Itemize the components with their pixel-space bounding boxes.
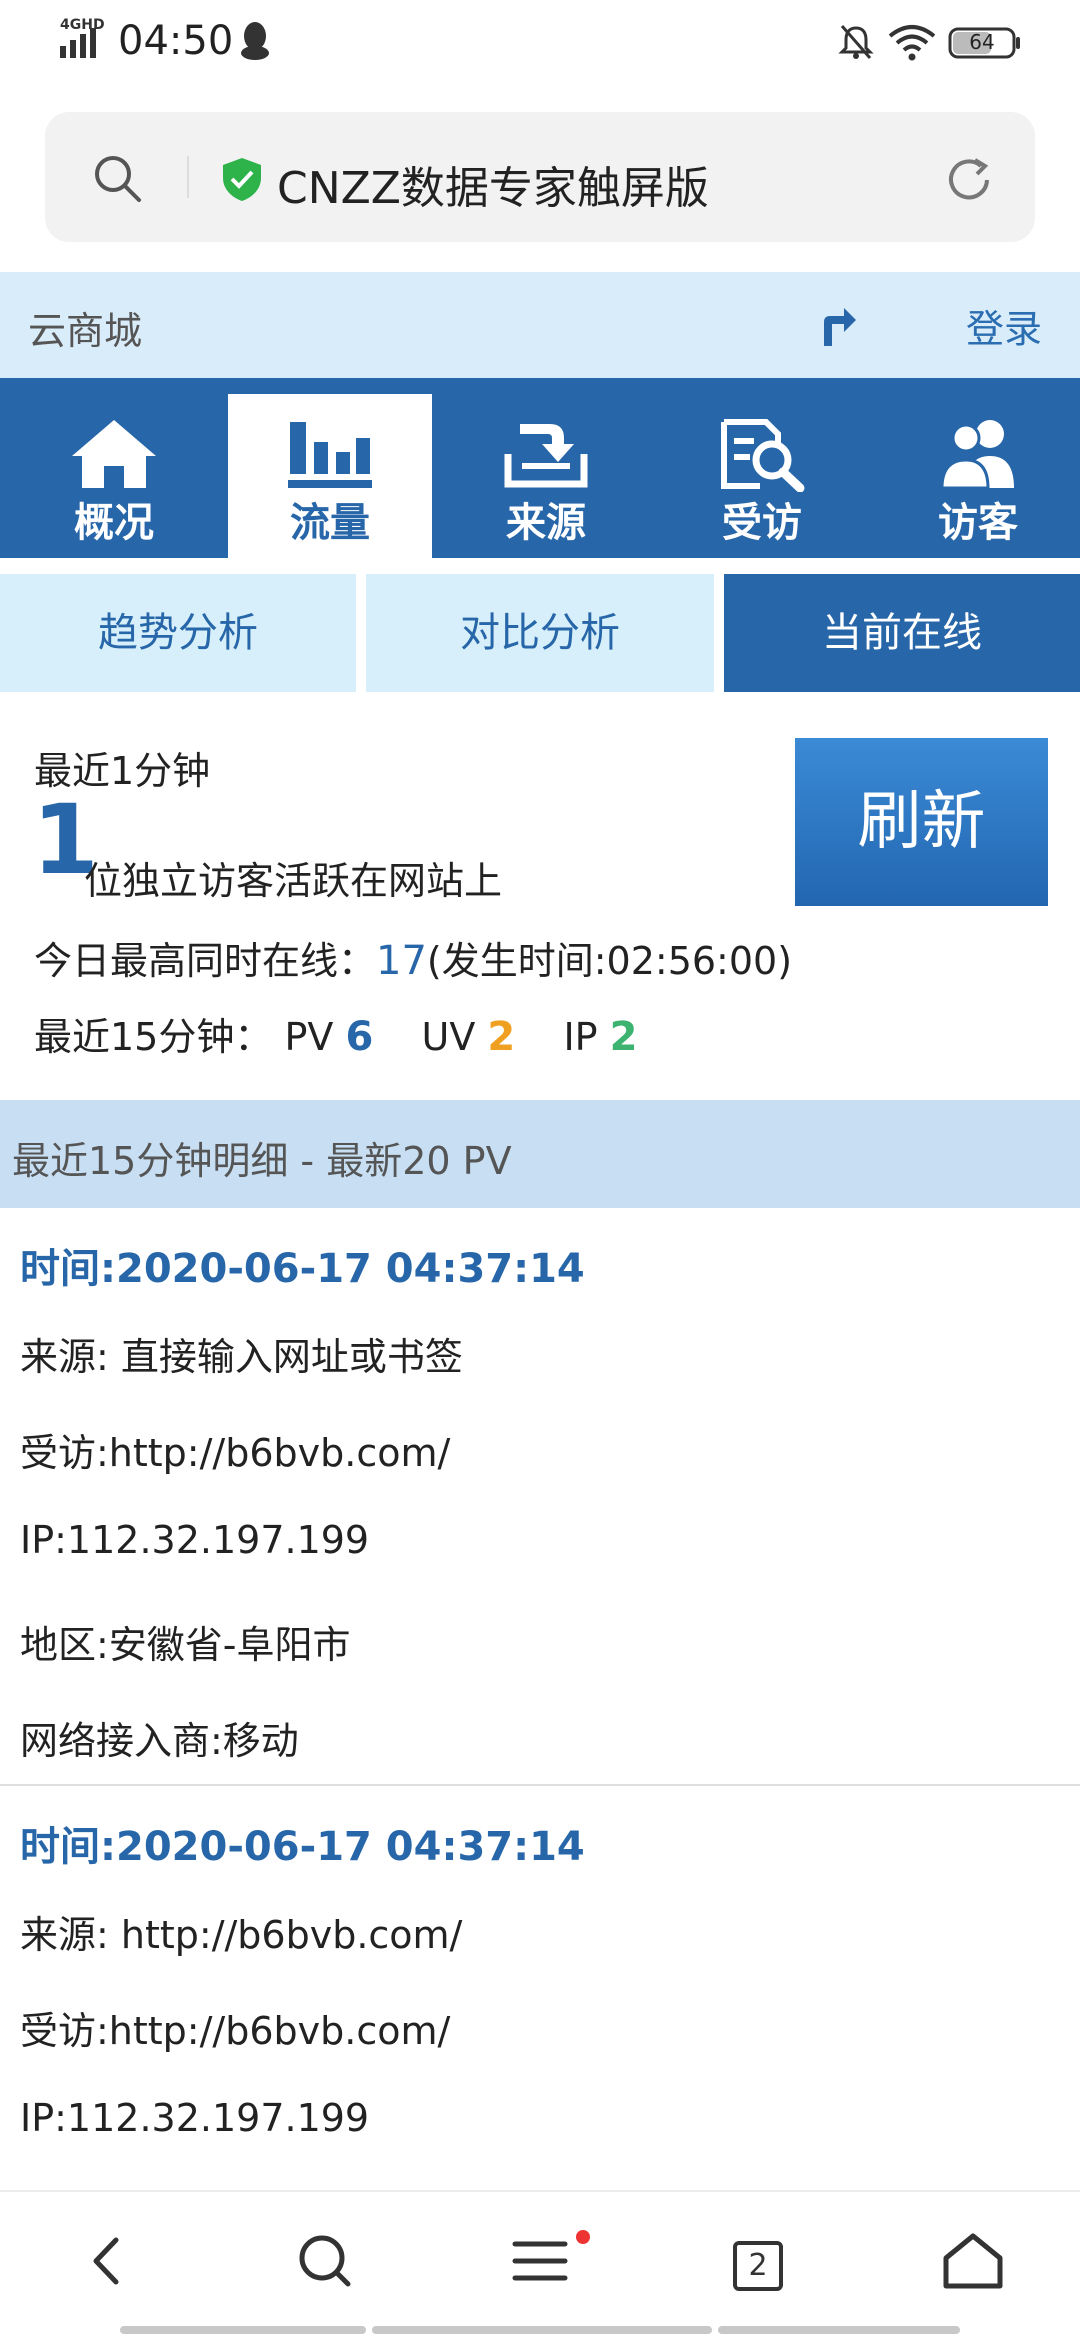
nav-label: 访客 (938, 500, 1018, 546)
search-icon[interactable] (290, 2226, 360, 2296)
gesture-bar (120, 2326, 366, 2334)
ip-label: IP (563, 1015, 598, 1059)
nav-visited[interactable]: 受访 (660, 394, 864, 558)
nav-label: 概况 (74, 500, 154, 546)
nav-overview[interactable]: 概况 (12, 394, 216, 558)
bar-chart-icon (288, 422, 372, 488)
online-summary: 最近1分钟 1 位独立访客活跃在网站上 刷新 今日最高同时在线：17(发生时间:… (0, 692, 1080, 1100)
uv-label: UV (421, 1015, 476, 1059)
record-time: 时间:2020-06-17 04:37:14 (20, 1246, 585, 1292)
wifi-icon (888, 25, 936, 61)
record-source: 来源: http://b6bvb.com/ (20, 1913, 463, 1957)
clock: 04:50 (118, 18, 234, 64)
login-link[interactable]: 登录 (966, 298, 1042, 353)
nav-label: 受访 (722, 500, 802, 546)
nav-traffic[interactable]: 流量 (228, 394, 432, 558)
nav-visitors[interactable]: 访客 (876, 394, 1080, 558)
visit-record[interactable]: 时间:2020-06-17 04:37:14 来源: http://b6bvb.… (0, 1786, 1080, 2186)
peak-time: (发生时间:02:56:00) (426, 939, 793, 983)
site-name: 云商城 (28, 309, 143, 353)
visit-record[interactable]: 时间:2020-06-17 04:37:14 来源: 直接输入网址或书签 受访:… (0, 1208, 1080, 1786)
search-icon[interactable] (91, 152, 143, 204)
menu-icon[interactable] (505, 2226, 575, 2296)
pv-value: 6 (345, 1014, 374, 1060)
battery-level: 64 (969, 30, 995, 54)
reload-icon[interactable] (941, 152, 997, 208)
browser-bottom-bar: 2 (0, 2190, 1080, 2340)
gesture-bar (718, 2326, 960, 2334)
tab-current-online[interactable]: 当前在线 (724, 574, 1080, 692)
home-icon (72, 420, 156, 488)
peak-value: 17 (376, 938, 427, 984)
ip-value: 2 (609, 1014, 638, 1060)
record-region: 地区:安徽省-阜阳市 (20, 1623, 351, 1667)
sub-tabs: 趋势分析 对比分析 当前在线 (0, 574, 1080, 692)
record-visited: 受访:http://b6bvb.com/ (20, 2009, 451, 2053)
address-bar[interactable]: CNZZ数据专家触屏版 (45, 112, 1035, 242)
nav-label: 来源 (506, 500, 586, 546)
notification-dot (576, 2230, 590, 2244)
shield-check-icon (223, 158, 261, 201)
record-source: 来源: 直接输入网址或书签 (20, 1335, 463, 1379)
source-tray-icon (504, 424, 588, 488)
users-icon (940, 420, 1014, 490)
tab-compare-analysis[interactable]: 对比分析 (366, 574, 714, 692)
site-header: 云商城 登录 (0, 272, 1080, 378)
battery-icon: 64 (948, 26, 1022, 60)
mute-bell-icon (838, 25, 874, 59)
turn-right-arrow-icon[interactable] (818, 300, 858, 348)
active-visitor-desc: 位独立访客活跃在网站上 (84, 859, 503, 903)
refresh-button[interactable]: 刷新 (795, 738, 1048, 906)
nav-label: 流量 (290, 500, 370, 546)
peak-online-line: 今日最高同时在线：17(发生时间:02:56:00) (34, 930, 792, 985)
tab-count-button[interactable]: 2 (733, 2241, 783, 2291)
divider (187, 156, 189, 198)
back-icon[interactable] (74, 2226, 144, 2296)
record-isp: 网络接入商:移动 (20, 1719, 299, 1763)
pv-label: PV (284, 1015, 334, 1059)
last15-label: 最近15分钟： (34, 1015, 273, 1059)
record-visited: 受访:http://b6bvb.com/ (20, 1431, 451, 1475)
detail-header: 最近15分钟明细 - 最新20 PV (0, 1100, 1080, 1208)
peak-label: 今日最高同时在线： (34, 939, 377, 983)
record-ip: IP:112.32.197.199 (20, 2096, 370, 2140)
qq-icon (241, 22, 269, 60)
tab-trend-analysis[interactable]: 趋势分析 (0, 574, 356, 692)
gesture-bar (372, 2326, 712, 2334)
page-title: CNZZ数据专家触屏版 (277, 163, 709, 214)
record-time: 时间:2020-06-17 04:37:14 (20, 1824, 585, 1870)
nav-source[interactable]: 来源 (444, 394, 648, 558)
last15-stats-line: 最近15分钟： PV 6 UV 2 IP 2 (34, 1006, 638, 1061)
uv-value: 2 (487, 1014, 516, 1060)
detail-title: 最近15分钟明细 - 最新20 PV (12, 1139, 512, 1183)
record-ip: IP:112.32.197.199 (20, 1518, 370, 1562)
main-nav: 概况 流量 来源 受访 访客 (0, 378, 1080, 558)
home-icon[interactable] (938, 2226, 1008, 2296)
signal-icon (60, 28, 96, 58)
magnifier-page-icon (721, 419, 805, 492)
status-bar: 4GHD 04:50 64 (0, 0, 1080, 84)
